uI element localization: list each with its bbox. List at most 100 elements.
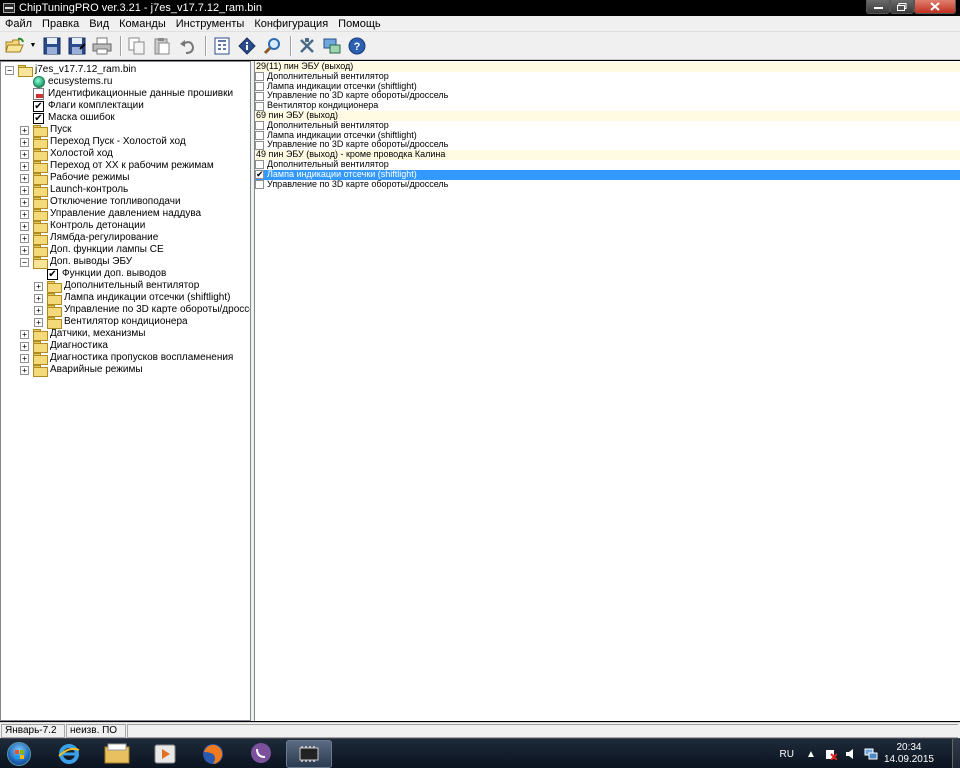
tree-item[interactable]: ✔ Функции доп. выводов xyxy=(34,268,166,280)
tree-item[interactable]: Идентификационные данные прошивки xyxy=(20,88,233,100)
expand-icon[interactable]: + xyxy=(34,305,43,315)
tree-item[interactable]: + Диагностика xyxy=(20,340,108,353)
tree-item[interactable]: + Переход Пуск - Холостой ход xyxy=(20,136,186,149)
menu-edit[interactable]: Правка xyxy=(37,18,84,30)
expand-icon[interactable]: + xyxy=(20,185,29,195)
expand-icon[interactable]: + xyxy=(20,233,29,243)
expand-icon[interactable]: + xyxy=(20,137,29,147)
taskbar-ie[interactable] xyxy=(46,740,92,768)
taskbar-explorer[interactable] xyxy=(94,740,140,768)
menu-help[interactable]: Помощь xyxy=(333,18,386,30)
list-item-checkbox[interactable] xyxy=(255,81,264,91)
tree-item[interactable]: + Лямбда-регулирование xyxy=(20,232,158,245)
list-item-checkbox[interactable] xyxy=(255,160,264,170)
list-item[interactable]: Вентилятор кондиционера xyxy=(255,100,960,111)
expand-icon[interactable]: + xyxy=(20,125,29,135)
help-button[interactable]: ? xyxy=(346,35,368,57)
clock[interactable]: 20:34 14.09.2015 xyxy=(884,742,934,766)
tree-item[interactable]: ecusystems.ru xyxy=(20,76,112,88)
language-indicator[interactable]: RU xyxy=(779,749,793,760)
taskbar-media-player[interactable] xyxy=(142,740,188,768)
expand-icon[interactable]: + xyxy=(20,353,29,363)
tree-item[interactable]: + Диагностика пропусков воспламенения xyxy=(20,352,233,365)
tree-item[interactable]: ✔ Флаги комплектации xyxy=(20,100,144,112)
search-button[interactable] xyxy=(261,35,283,57)
volume-icon[interactable] xyxy=(844,747,858,761)
tree-item[interactable]: − Доп. выводы ЭБУ xyxy=(20,256,132,269)
connect-button[interactable] xyxy=(321,35,343,57)
folder-icon xyxy=(33,341,48,353)
tree-item[interactable]: + Контроль детонации xyxy=(20,220,145,233)
menu-configuration[interactable]: Конфигурация xyxy=(249,18,333,30)
undo-button[interactable] xyxy=(176,35,198,57)
print-button[interactable] xyxy=(91,35,113,57)
open-button[interactable] xyxy=(4,35,26,57)
expand-icon[interactable]: + xyxy=(20,329,29,339)
expand-icon[interactable]: + xyxy=(20,173,29,183)
tree-root[interactable]: − j7es_v17.7.12_ram.bin xyxy=(5,64,136,77)
taskbar-firefox[interactable] xyxy=(190,740,236,768)
tree-item[interactable]: + Переход от ХХ к рабочим режимам xyxy=(20,160,214,173)
taskbar-chiptuningpro[interactable] xyxy=(286,739,332,768)
tree-item[interactable]: + Лампа индикации отсечки (shiftlight) xyxy=(34,292,230,305)
internet-explorer-icon xyxy=(58,743,80,764)
list-item-checkbox[interactable] xyxy=(255,91,264,101)
taskbar-viber[interactable] xyxy=(238,740,284,768)
tree-item[interactable]: ✔ Маска ошибок xyxy=(20,112,115,124)
tree-item[interactable]: + Пуск xyxy=(20,124,71,137)
calculator-button[interactable] xyxy=(211,35,233,57)
expand-icon[interactable]: + xyxy=(20,245,29,255)
tree-item-label: Идентификационные данные прошивки xyxy=(48,88,234,99)
menu-file[interactable]: Файл xyxy=(0,18,37,30)
collapse-icon[interactable]: − xyxy=(5,65,14,75)
expand-icon[interactable]: + xyxy=(34,293,43,303)
folder-icon xyxy=(33,221,48,233)
tree-item[interactable]: + Дополнительный вентилятор xyxy=(34,280,199,293)
tree-item[interactable]: + Аварийные режимы xyxy=(20,364,143,377)
expand-icon[interactable]: + xyxy=(20,149,29,159)
save-as-button[interactable] xyxy=(66,35,88,57)
tools-button[interactable] xyxy=(296,35,318,57)
tree-item[interactable]: + Датчики, механизмы xyxy=(20,328,145,341)
tree-item-label: ecusystems.ru xyxy=(48,76,113,87)
show-hidden-icons-icon[interactable]: ▲ xyxy=(804,747,818,761)
tree-item[interactable]: + Отключение топливоподачи xyxy=(20,196,181,209)
list-item-checkbox[interactable]: ✔ xyxy=(255,170,264,180)
expand-icon[interactable]: + xyxy=(20,365,29,375)
minimize-button[interactable] xyxy=(866,0,890,14)
list-item-checkbox[interactable] xyxy=(255,121,264,131)
copy-button[interactable] xyxy=(126,35,148,57)
expand-icon[interactable]: + xyxy=(20,161,29,171)
list-item-checkbox[interactable] xyxy=(255,72,264,82)
action-center-icon[interactable] xyxy=(824,747,838,761)
network-icon[interactable] xyxy=(864,747,878,761)
expand-icon[interactable]: + xyxy=(34,317,43,327)
expand-icon[interactable]: + xyxy=(20,209,29,219)
info-button[interactable] xyxy=(236,35,258,57)
paste-button[interactable] xyxy=(151,35,173,57)
close-button[interactable] xyxy=(914,0,956,14)
tree-item[interactable]: + Управление по 3D карте обороты/дроссель xyxy=(34,304,250,317)
expand-icon[interactable]: + xyxy=(34,281,43,291)
menu-view[interactable]: Вид xyxy=(84,18,114,30)
list-item[interactable]: Управление по 3D карте обороты/дроссель xyxy=(255,179,960,190)
list-item-checkbox[interactable] xyxy=(255,130,264,140)
show-desktop-button[interactable] xyxy=(952,739,960,768)
tree-item[interactable]: + Launch-контроль xyxy=(20,184,128,197)
save-button[interactable] xyxy=(41,35,63,57)
tree-item[interactable]: + Холостой ход xyxy=(20,148,113,161)
maximize-button[interactable] xyxy=(890,0,914,14)
tree-item[interactable]: + Рабочие режимы xyxy=(20,172,129,185)
tree-item[interactable]: + Доп. функции лампы CE xyxy=(20,244,164,257)
expand-icon[interactable]: + xyxy=(20,341,29,351)
collapse-icon[interactable]: − xyxy=(20,257,29,267)
expand-icon[interactable]: + xyxy=(20,221,29,231)
tree-item[interactable]: + Вентилятор кондиционера xyxy=(34,316,188,329)
list-item-checkbox[interactable] xyxy=(255,179,264,189)
start-button[interactable] xyxy=(2,740,36,768)
menu-commands[interactable]: Команды xyxy=(114,18,171,30)
tree-item[interactable]: + Управление давлением наддува xyxy=(20,208,201,221)
expand-icon[interactable]: + xyxy=(20,197,29,207)
open-dropdown[interactable]: ▼ xyxy=(29,35,37,57)
menu-tools[interactable]: Инструменты xyxy=(171,18,250,30)
